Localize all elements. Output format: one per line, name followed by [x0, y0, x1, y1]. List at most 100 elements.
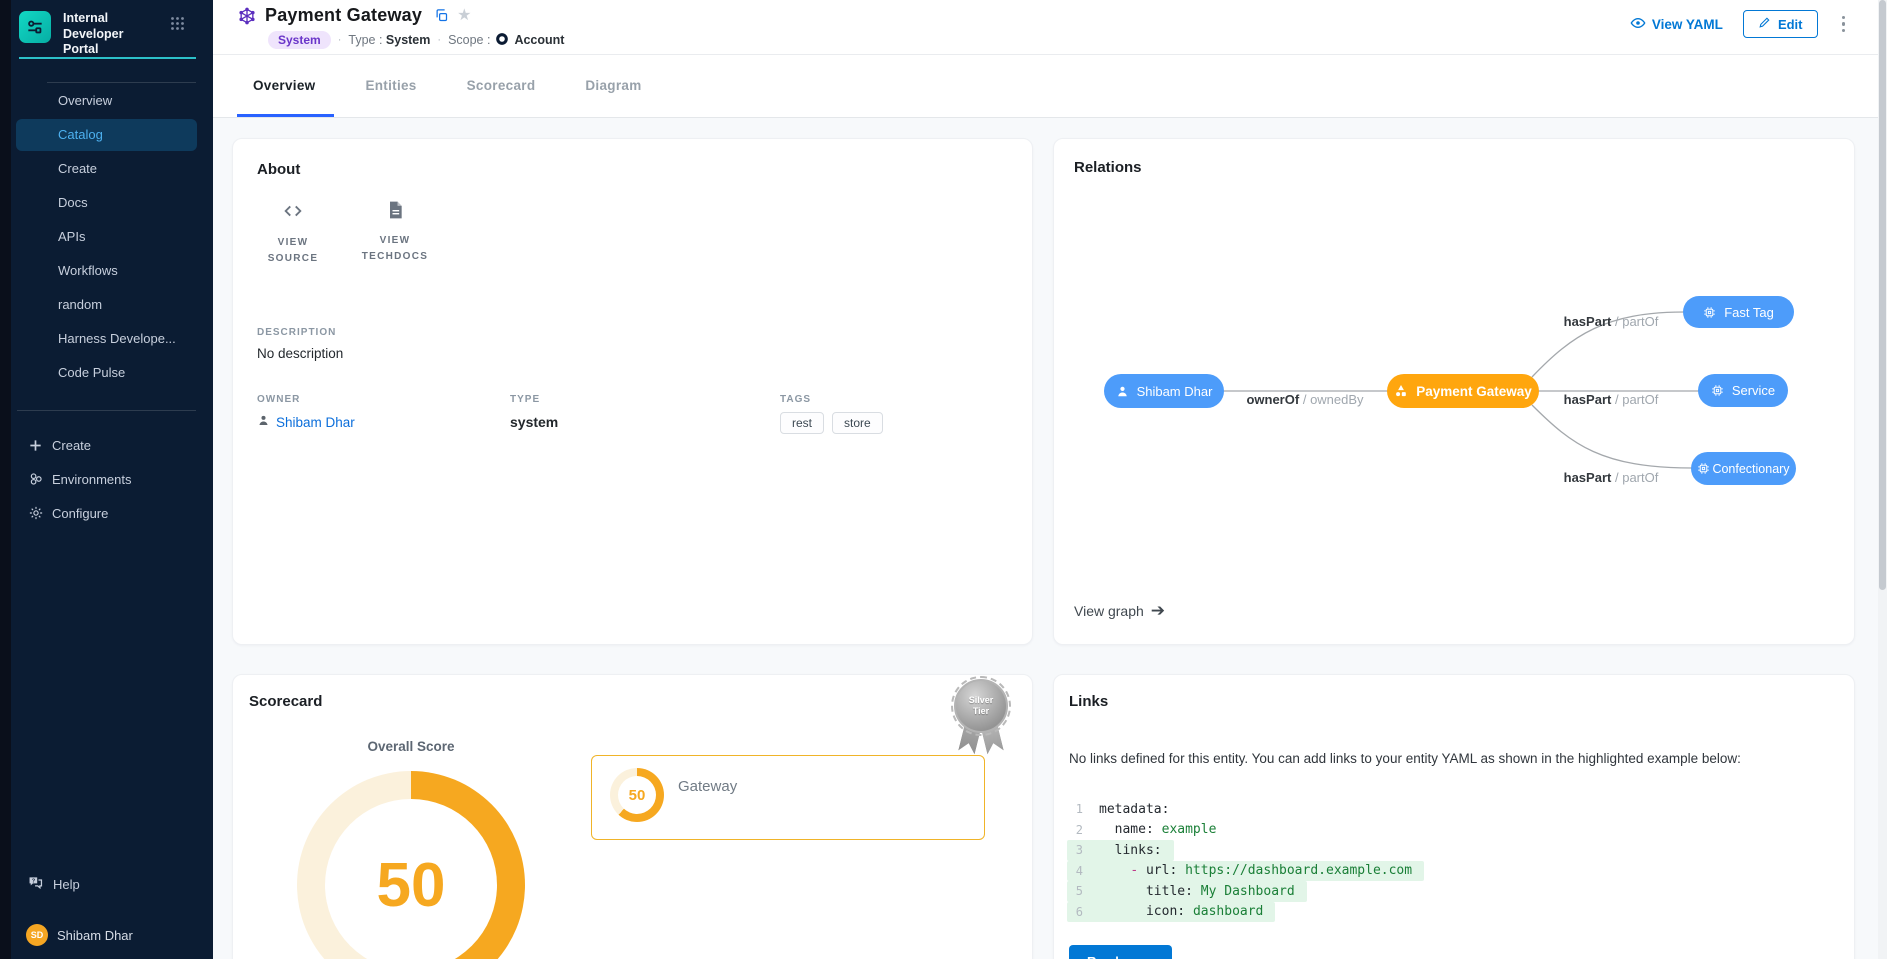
sidebar-item-random[interactable]: random [16, 289, 197, 323]
sidebar-item-workflows[interactable]: Workflows [16, 255, 197, 289]
action-label: VIEW SOURCE [257, 235, 329, 267]
tags-label: TAGS [780, 394, 1008, 405]
chip-icon [1711, 384, 1724, 397]
edge-label-ownerof: ownerOf / ownedBy [1220, 392, 1390, 407]
links-heading: Links [1069, 693, 1108, 710]
code-line-5: 5 title: My Dashboard [1067, 881, 1424, 902]
sidebar-item-code-pulse[interactable]: Code Pulse [16, 357, 197, 391]
sidebar-item-overview[interactable]: Overview [16, 85, 197, 119]
gateway-check-label: Gateway [678, 778, 737, 795]
tag-chip-store[interactable]: store [832, 412, 883, 434]
logo[interactable]: Internal Developer Portal [19, 11, 158, 58]
relation-node-confectionary[interactable]: Confectionary [1691, 452, 1796, 485]
tab-bar: Overview Entities Scorecard Diagram [253, 54, 642, 117]
sidebar-item-apis[interactable]: APIs [16, 221, 197, 255]
edge-label-haspart-service: hasPart / partOf [1526, 392, 1696, 407]
relation-node-owner[interactable]: Shibam Dhar [1104, 374, 1224, 408]
kind-badge: System [268, 31, 331, 49]
page-scrollbar [1878, 0, 1887, 959]
description-label: DESCRIPTION [257, 327, 1008, 338]
sidebar-item-configure[interactable]: Configure [0, 496, 213, 530]
header-actions: View YAML Edit [1630, 10, 1849, 38]
relations-card: Relations Shibam Dhar [1053, 138, 1855, 645]
view-techdocs-button[interactable]: VIEW TECHDOCS [359, 200, 431, 267]
view-graph-link[interactable]: View graph ➔ [1074, 602, 1165, 619]
help-label: Help [53, 877, 80, 892]
scorecard-card: Scorecard Silver Tier Overall Score 50 5… [232, 674, 1033, 959]
scorecard-check-gateway[interactable]: 50 Gateway [591, 755, 985, 840]
sidebar-item-harness-develope[interactable]: Harness Develope... [16, 323, 197, 357]
relation-node-fast-tag[interactable]: Fast Tag [1683, 296, 1794, 328]
scrollbar-thumb[interactable] [1879, 0, 1886, 590]
gateway-score-value: 50 [629, 787, 646, 804]
tab-scorecard[interactable]: Scorecard [467, 54, 536, 117]
code-line-4: 4 - url: https://dashboard.example.com [1067, 861, 1424, 882]
read-more-button[interactable]: Read more [1069, 945, 1172, 959]
scope-meta: Scope : Account [448, 32, 564, 49]
yaml-example-code: 1metadata:2 name: example3 links:4 - url… [1067, 799, 1424, 922]
sidebar-accent-divider [19, 57, 196, 59]
overall-score-label: Overall Score [311, 739, 511, 754]
sidebar-item-create[interactable]: Create [16, 153, 197, 187]
tier-badge: Silver Tier [953, 679, 1009, 763]
sidebar-item-create[interactable]: Create [0, 428, 213, 462]
sidebar-item-environments[interactable]: Environments [0, 462, 213, 496]
relations-heading: Relations [1074, 159, 1142, 176]
edit-button[interactable]: Edit [1743, 10, 1818, 38]
person-icon [1116, 385, 1129, 398]
sidebar-item-help[interactable]: ? Help [0, 868, 213, 900]
overall-score-value: 50 [377, 850, 446, 921]
document-icon [385, 200, 405, 225]
help-icon: ? [27, 874, 44, 894]
code-line-3: 3 links: [1067, 840, 1424, 861]
arrow-right-icon: ➔ [1151, 602, 1165, 619]
pencil-icon [1758, 16, 1771, 32]
eye-icon [1630, 15, 1646, 34]
tab-overview[interactable]: Overview [253, 54, 315, 117]
sidebar-item-label: Environments [52, 472, 131, 487]
sidebar-item-docs[interactable]: Docs [16, 187, 197, 221]
user-name: Shibam Dhar [57, 928, 133, 943]
edge-label-haspart-fasttag: hasPart / partOf [1526, 314, 1696, 329]
about-card: About VIEW SOURCEVIEW TECHDOCS DESCRIPTI… [232, 138, 1033, 645]
overall-score-donut: 50 [297, 771, 525, 959]
relation-node-service[interactable]: Service [1698, 374, 1788, 407]
user-avatar: SD [26, 924, 48, 946]
tag-chip-rest[interactable]: rest [780, 412, 824, 434]
view-source-button[interactable]: VIEW SOURCE [257, 200, 329, 267]
person-icon [257, 414, 270, 430]
code-line-2: 2 name: example [1067, 820, 1424, 841]
owner-label: OWNER [257, 394, 510, 405]
tab-entities[interactable]: Entities [365, 54, 416, 117]
edge-label-haspart-confectionary: hasPart / partOf [1526, 470, 1696, 485]
silver-tier-medal-icon: Silver Tier [954, 679, 1008, 733]
plus-icon [27, 437, 44, 454]
code-line-6: 6 icon: dashboard [1067, 902, 1424, 923]
meta-separator: · [338, 34, 342, 46]
sidebar-user[interactable]: SD Shibam Dhar [0, 918, 213, 952]
page-body: About VIEW SOURCEVIEW TECHDOCS DESCRIPTI… [213, 118, 1887, 959]
sidebar-nav: OverviewCatalogCreateDocsAPIsWorkflowsra… [0, 85, 213, 391]
main-area: Payment Gateway ★ System · Type : System… [213, 0, 1887, 959]
favorite-star-icon[interactable]: ★ [457, 8, 471, 24]
sidebar-item-label: Create [52, 438, 91, 453]
copy-icon[interactable] [434, 8, 449, 23]
owner-link[interactable]: Shibam Dhar [257, 414, 510, 430]
type-meta: Type : System [348, 33, 430, 47]
entity-meta: System · Type : System · Scope : Account [268, 31, 564, 49]
more-options-icon[interactable] [1838, 12, 1850, 37]
app-grid-icon[interactable] [170, 16, 185, 36]
action-label: VIEW TECHDOCS [359, 233, 431, 265]
sidebar-bottom-nav: Create Environments Configure [0, 428, 213, 530]
sidebar-item-catalog[interactable]: Catalog [16, 119, 197, 151]
gateway-score-donut: 50 [610, 768, 664, 822]
tab-diagram[interactable]: Diagram [585, 54, 641, 117]
code-line-1: 1metadata: [1067, 799, 1424, 820]
app-window: Internal Developer Portal OverviewCatalo… [0, 0, 1887, 959]
relation-node-payment-gateway[interactable]: Payment Gateway [1387, 374, 1539, 408]
view-yaml-button[interactable]: View YAML [1630, 15, 1723, 34]
account-scope-icon [495, 32, 509, 49]
scorecard-heading: Scorecard [249, 693, 322, 710]
type-label: TYPE [510, 394, 780, 405]
sidebar: Internal Developer Portal OverviewCatalo… [0, 0, 213, 959]
